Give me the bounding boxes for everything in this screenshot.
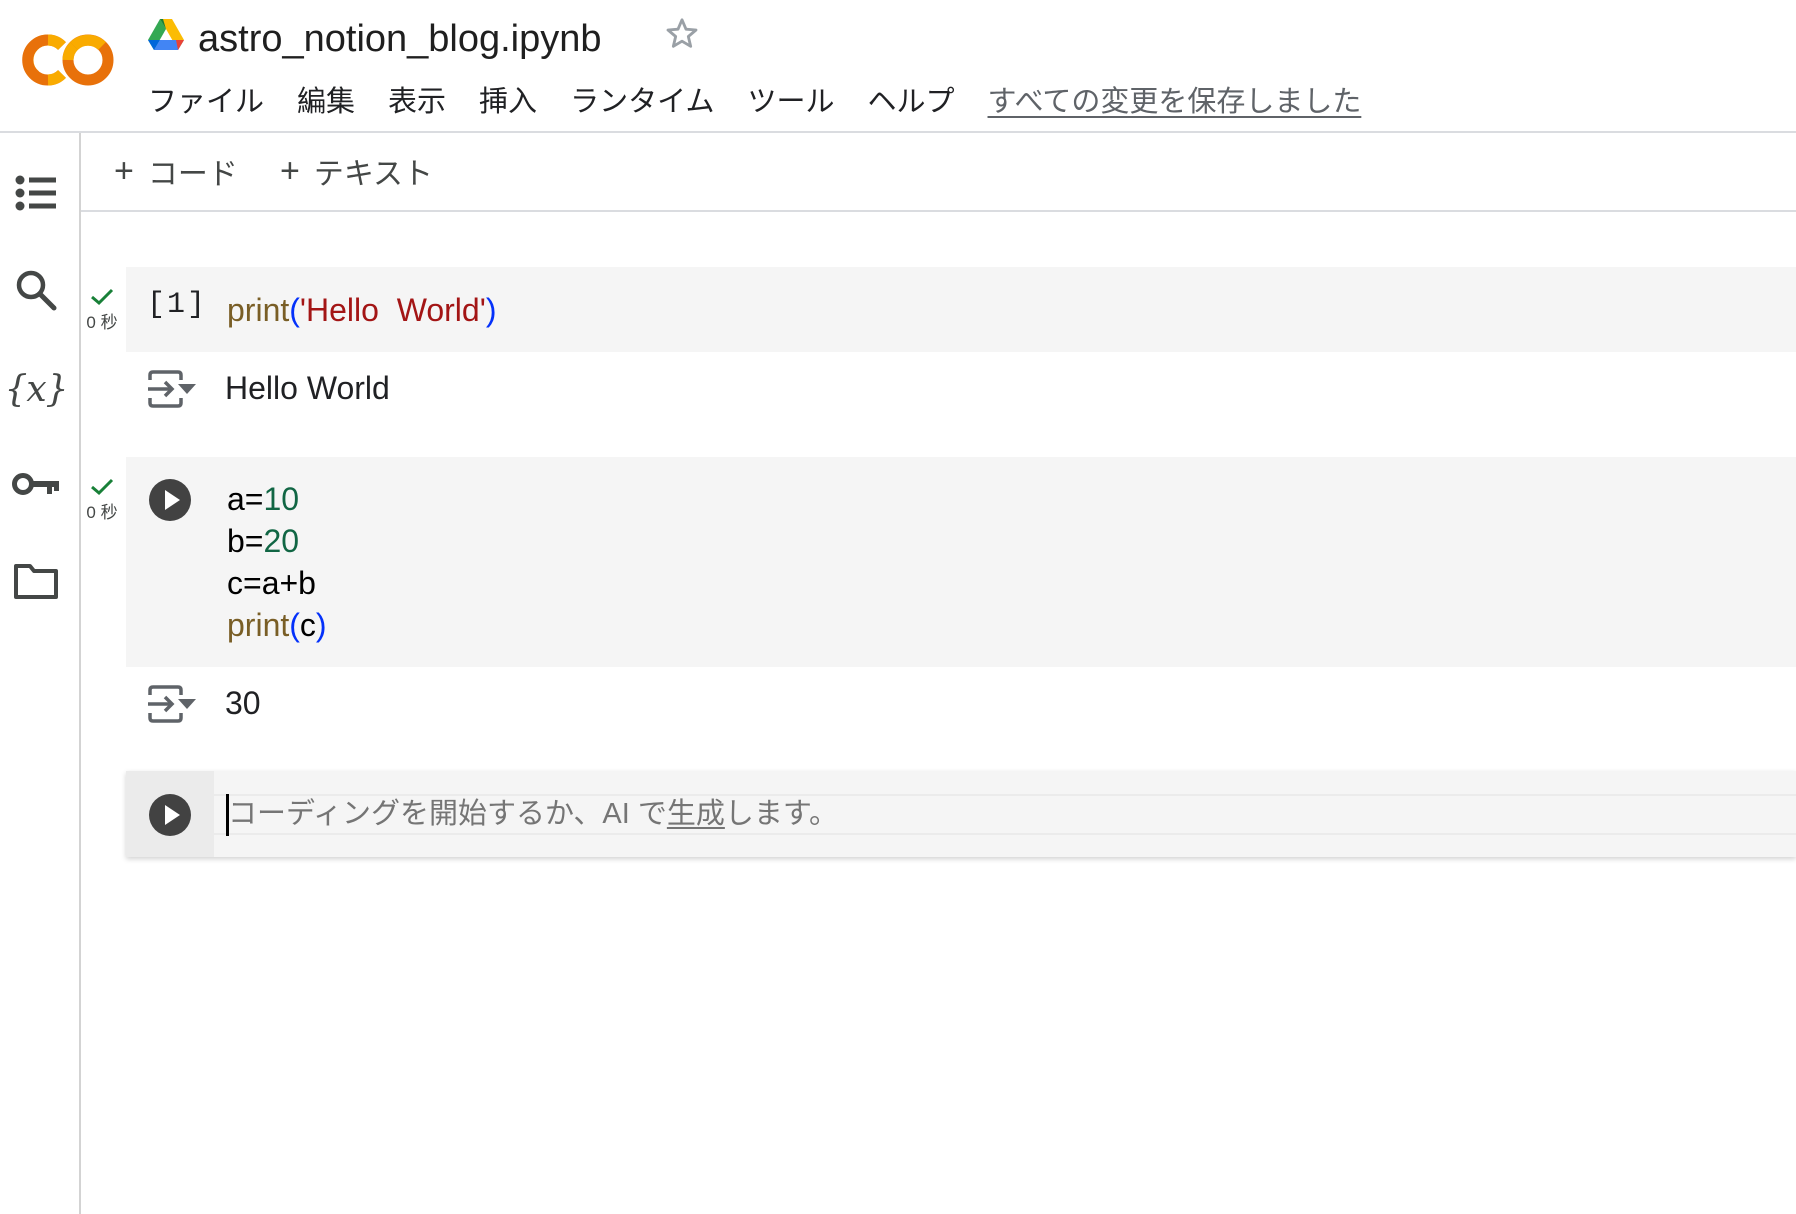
cell-2-status: 0 秒 (82, 478, 122, 523)
list-icon (15, 175, 56, 211)
cell-1-exec-count[interactable]: [1] (147, 288, 207, 322)
code-token-plain: c=a+b (227, 565, 316, 601)
sidebar-item-secrets[interactable] (12, 460, 60, 508)
code-cell-2[interactable] (126, 457, 1796, 667)
code-line: print('Hello World') (227, 289, 496, 331)
code-token-plain: c (299, 607, 316, 643)
cell-1-output: Hello World (225, 370, 390, 406)
add-code-button[interactable]: + コード (114, 151, 238, 192)
notebook-toolbar: + コード + テキスト (81, 133, 1796, 212)
code-token-paren: ( (289, 607, 300, 643)
check-icon (91, 288, 114, 306)
check-icon (91, 478, 114, 496)
menu-file[interactable]: ファイル (148, 80, 264, 124)
sidebar-item-table-of-contents[interactable] (12, 169, 60, 217)
add-text-button[interactable]: + テキスト (280, 151, 433, 192)
menu-runtime[interactable]: ランタイム (570, 80, 714, 124)
folder-icon (14, 564, 58, 599)
google-drive-icon[interactable] (148, 19, 184, 51)
cell-1-exec-time: 0 秒 (86, 313, 118, 332)
left-sidebar: {x} (0, 133, 81, 1214)
cell-1-code[interactable]: print('Hello World') (227, 289, 496, 331)
menu-help[interactable]: ヘルプ (868, 80, 955, 124)
star-outline-icon[interactable] (662, 14, 702, 54)
code-editor-placeholder[interactable]: コーディングを開始するか、AI で生成します。 (228, 794, 838, 834)
sidebar-item-variables[interactable]: {x} (4, 365, 68, 413)
colab-logo[interactable] (22, 32, 114, 88)
save-status-link[interactable]: すべての変更を保存しました (988, 80, 1362, 124)
header: astro_notion_blog.ipynb ファイル 編集 表示 挿入 ラン… (0, 0, 1796, 133)
code-token-paren: ( (289, 292, 300, 328)
output-actions-icon[interactable] (146, 685, 198, 723)
generate-with-ai-link[interactable]: 生成 (667, 798, 725, 830)
plus-icon: + (114, 151, 134, 190)
run-cell-button[interactable] (149, 479, 191, 521)
code-token-num: 20 (263, 523, 300, 559)
menu-insert[interactable]: 挿入 (479, 80, 537, 124)
cell-2-exec-time: 0 秒 (86, 503, 118, 522)
variables-icon: {x} (4, 368, 68, 410)
text-cursor (226, 794, 229, 836)
code-token-paren: ) (485, 292, 497, 328)
add-code-label: コード (147, 158, 238, 191)
search-icon (16, 270, 57, 311)
menu-view[interactable]: 表示 (388, 80, 446, 124)
code-token-str: 'Hello World' (299, 292, 486, 328)
code-token-fn: print (227, 292, 290, 328)
code-line: a=10 (227, 478, 327, 520)
code-line: b=20 (227, 520, 327, 562)
code-token-plain: b= (227, 523, 264, 559)
run-cell-button[interactable] (149, 794, 191, 836)
notebook-title[interactable]: astro_notion_blog.ipynb (198, 14, 602, 64)
code-line: c=a+b (227, 562, 327, 604)
placeholder-text-end: します。 (724, 798, 838, 830)
code-token-fn: print (227, 607, 290, 643)
code-token-num: 10 (263, 481, 300, 517)
code-token-plain: a= (227, 481, 264, 517)
cell-2-output: 30 (225, 685, 261, 721)
menu-bar: ファイル 編集 表示 挿入 ランタイム ツール ヘルプ すべての変更を保存しまし… (148, 80, 1361, 124)
menu-tools[interactable]: ツール (747, 80, 834, 124)
code-token-paren: ) (315, 607, 327, 643)
add-text-label: テキスト (313, 158, 433, 191)
menu-edit[interactable]: 編集 (297, 80, 355, 124)
cell-2-code[interactable]: a=10 b=20 c=a+b print(c) (227, 478, 327, 646)
output-actions-icon[interactable] (146, 370, 198, 408)
sidebar-item-search[interactable] (12, 266, 60, 314)
cell-1-status: 0 秒 (82, 288, 122, 333)
placeholder-text: コーディングを開始するか、AI で (228, 798, 667, 830)
plus-icon: + (280, 151, 300, 190)
code-line: print(c) (227, 604, 327, 646)
sidebar-item-files[interactable] (12, 557, 60, 605)
key-icon (12, 473, 59, 495)
